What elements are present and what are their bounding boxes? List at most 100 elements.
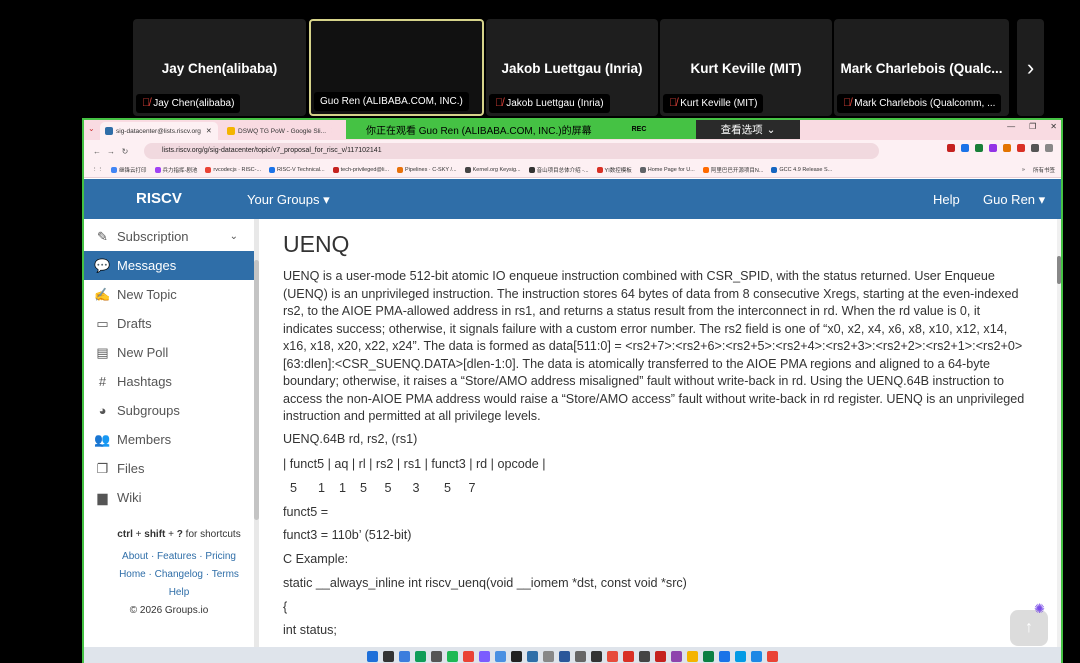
taskbar-app-icon[interactable] [639, 650, 650, 662]
bookmark-item[interactable]: rvcodecjs · RISC-... [205, 166, 261, 173]
participant-tile[interactable]: Kurt Keville (MIT) 🎙̸ Kurt Keville (MIT) [660, 19, 832, 116]
taskbar-app-icon[interactable] [671, 650, 682, 662]
bookmark-item[interactable]: Kernel.org Keysig... [464, 166, 521, 173]
taskbar-app-icon[interactable] [735, 650, 746, 662]
pie-icon: ◕ [98, 403, 107, 418]
sidebar-item-drafts[interactable]: ▭ Drafts [84, 309, 254, 338]
participant-tile[interactable]: Jakob Luettgau (Inria) 🎙̸ Jakob Luettgau … [486, 19, 658, 116]
menu-icon[interactable] [1045, 144, 1053, 152]
participant-label: Guo Ren (ALIBABA.COM, INC.) [314, 92, 469, 111]
chevron-right-icon[interactable]: › [1017, 19, 1044, 116]
bookmark-item[interactable]: tech-privileged@li... [332, 166, 389, 173]
all-bookmarks-link[interactable]: 所有书签 [1033, 166, 1055, 174]
tab-search-icon[interactable]: ⌄ [88, 124, 95, 133]
footer-links-row[interactable]: About · Features · Pricing [84, 548, 274, 566]
pdf-icon[interactable] [623, 650, 634, 662]
participant-tile-active[interactable]: Guo Ren (ALIBABA.COM, INC.) [309, 19, 484, 116]
terminal-icon[interactable] [591, 650, 602, 662]
page-scrollbar-thumb[interactable] [1057, 256, 1061, 284]
bookmark-label: YI数控模板 [604, 167, 632, 174]
bookmark-favicon-icon [332, 166, 339, 173]
taskbar-app-icon[interactable] [575, 650, 586, 662]
participant-label-text: Mark Charlebois (Qualcomm, ... [854, 98, 996, 109]
taskbar-app-icon[interactable] [383, 650, 394, 662]
gmail-icon[interactable] [947, 144, 955, 152]
browser-tab[interactable]: sig-datacenter@lists.riscv.org ✕ [100, 122, 218, 140]
extension-icon[interactable] [961, 144, 969, 152]
extension-icon[interactable] [989, 144, 997, 152]
restore-icon[interactable]: ❐ [1029, 122, 1036, 131]
profile-avatar-icon[interactable] [1031, 144, 1039, 152]
taskbar-app-icon[interactable] [607, 650, 618, 662]
edge-icon[interactable] [415, 650, 426, 662]
sidebar-item-members[interactable]: 👥 Members [84, 425, 254, 454]
help-link[interactable]: Help [933, 192, 960, 207]
apps-icon[interactable]: ⋮⋮ [92, 167, 103, 173]
sidebar-item-hashtags[interactable]: # Hashtags [84, 367, 254, 396]
bookmark-favicon-icon [596, 166, 603, 173]
minimize-icon[interactable]: — [1007, 122, 1015, 131]
taskbar-app-icon[interactable] [719, 650, 730, 662]
taskbar-app-icon[interactable] [399, 650, 410, 662]
extension-icon[interactable] [1003, 144, 1011, 152]
sidebar-item-label: Files [117, 461, 145, 476]
bookmark-item[interactable]: Home Page for U... [639, 166, 695, 173]
back-icon[interactable]: ← [90, 147, 104, 156]
view-options-button[interactable]: 查看选项 ⌄ [696, 120, 800, 139]
sidebar-item-subgroups[interactable]: ◕ Subgroups [84, 396, 254, 425]
your-groups-dropdown[interactable]: Your Groups ▾ [247, 192, 330, 208]
taskbar-app-icon[interactable] [687, 650, 698, 662]
spotify-icon[interactable] [447, 650, 458, 662]
close-window-icon[interactable]: ✕ [1050, 122, 1057, 131]
footer-help-link[interactable]: Help [84, 584, 274, 602]
url-field[interactable]: lists.riscv.org/g/sig-datacenter/topic/v… [144, 143, 879, 159]
chrome-icon[interactable] [463, 650, 474, 662]
bookmark-item[interactable]: 阿里巴巴开源项目N... [702, 166, 763, 174]
user-menu[interactable]: Guo Ren ▾ [983, 192, 1045, 208]
windows-start-icon[interactable] [367, 650, 378, 662]
bookmark-item[interactable]: RISC-V Technical... [269, 166, 325, 173]
share-banner-text: 你正在观看 Guo Ren (ALIBABA.COM, INC.)的屏幕 [366, 126, 592, 137]
steam-icon[interactable] [511, 650, 522, 662]
sidebar-item-subscription[interactable]: ✎ Subscription ⌄ [84, 222, 254, 251]
bookmarks-more-button[interactable]: » [1022, 167, 1025, 173]
taskbar-app-icon[interactable] [527, 650, 538, 662]
brand-logo[interactable]: RISCV [136, 190, 182, 207]
footer-links-row[interactable]: Home · Changelog · Terms [84, 566, 274, 584]
participant-tile[interactable]: Jay Chen(alibaba) 🎙̸ Jay Chen(alibaba) [133, 19, 306, 116]
sidebar-scrollbar-thumb[interactable] [254, 260, 259, 520]
assistant-icon[interactable]: ✺ [1034, 601, 1045, 617]
page-scrollbar[interactable] [1057, 219, 1061, 663]
bookmark-item[interactable]: 兵力指挥-剧池 [154, 166, 197, 174]
browser-tab[interactable]: DSWQ TG PoW - Google Sli... ✕ [222, 122, 332, 140]
sidebar-item-messages[interactable]: 💬 Messages [84, 251, 254, 280]
sidebar-item-files[interactable]: ❐ Files [84, 454, 254, 483]
taskbar-app-icon[interactable] [559, 650, 570, 662]
bookmark-item[interactable]: GCC 4.9 Release S... [771, 166, 832, 173]
sidebar-item-new-topic[interactable]: ✍ New Topic [84, 280, 254, 309]
taskbar-app-icon[interactable] [543, 650, 554, 662]
taskbar-app-icon[interactable] [751, 650, 762, 662]
taskbar-app-icon[interactable] [431, 650, 442, 662]
taskbar-app-icon[interactable] [479, 650, 490, 662]
participant-tile[interactable]: Mark Charlebois (Qualc... 🎙̸ Mark Charleb… [834, 19, 1009, 116]
extension-icon[interactable] [1017, 144, 1025, 152]
extension-icon[interactable] [975, 144, 983, 152]
forward-icon[interactable]: → [104, 147, 118, 156]
bookmark-item[interactable]: 音山项目总体介绍 -... [528, 166, 589, 174]
taskbar-app-icon[interactable] [655, 650, 666, 662]
address-bar-row: ← → ↻ lists.riscv.org/g/sig-datacenter/t… [84, 140, 1061, 162]
url-text: lists.riscv.org/g/sig-datacenter/topic/v… [162, 147, 382, 154]
close-icon[interactable]: ✕ [331, 127, 332, 135]
chrome-icon[interactable] [767, 650, 778, 662]
bookmark-item[interactable]: 继锋云打印 [111, 166, 147, 174]
bookmark-item[interactable]: Pipelines · C-SKY /... [397, 166, 457, 173]
close-icon[interactable]: ✕ [206, 127, 212, 135]
sidebar-item-new-poll[interactable]: ▤ New Poll [84, 338, 254, 367]
users-icon: 👥 [94, 431, 111, 447]
taskbar-app-icon[interactable] [703, 650, 714, 662]
taskbar-app-icon[interactable] [495, 650, 506, 662]
reload-icon[interactable]: ↻ [118, 147, 132, 156]
sidebar-item-wiki[interactable]: ▆ Wiki [84, 483, 254, 512]
bookmark-item[interactable]: YI数控模板 [596, 166, 632, 174]
